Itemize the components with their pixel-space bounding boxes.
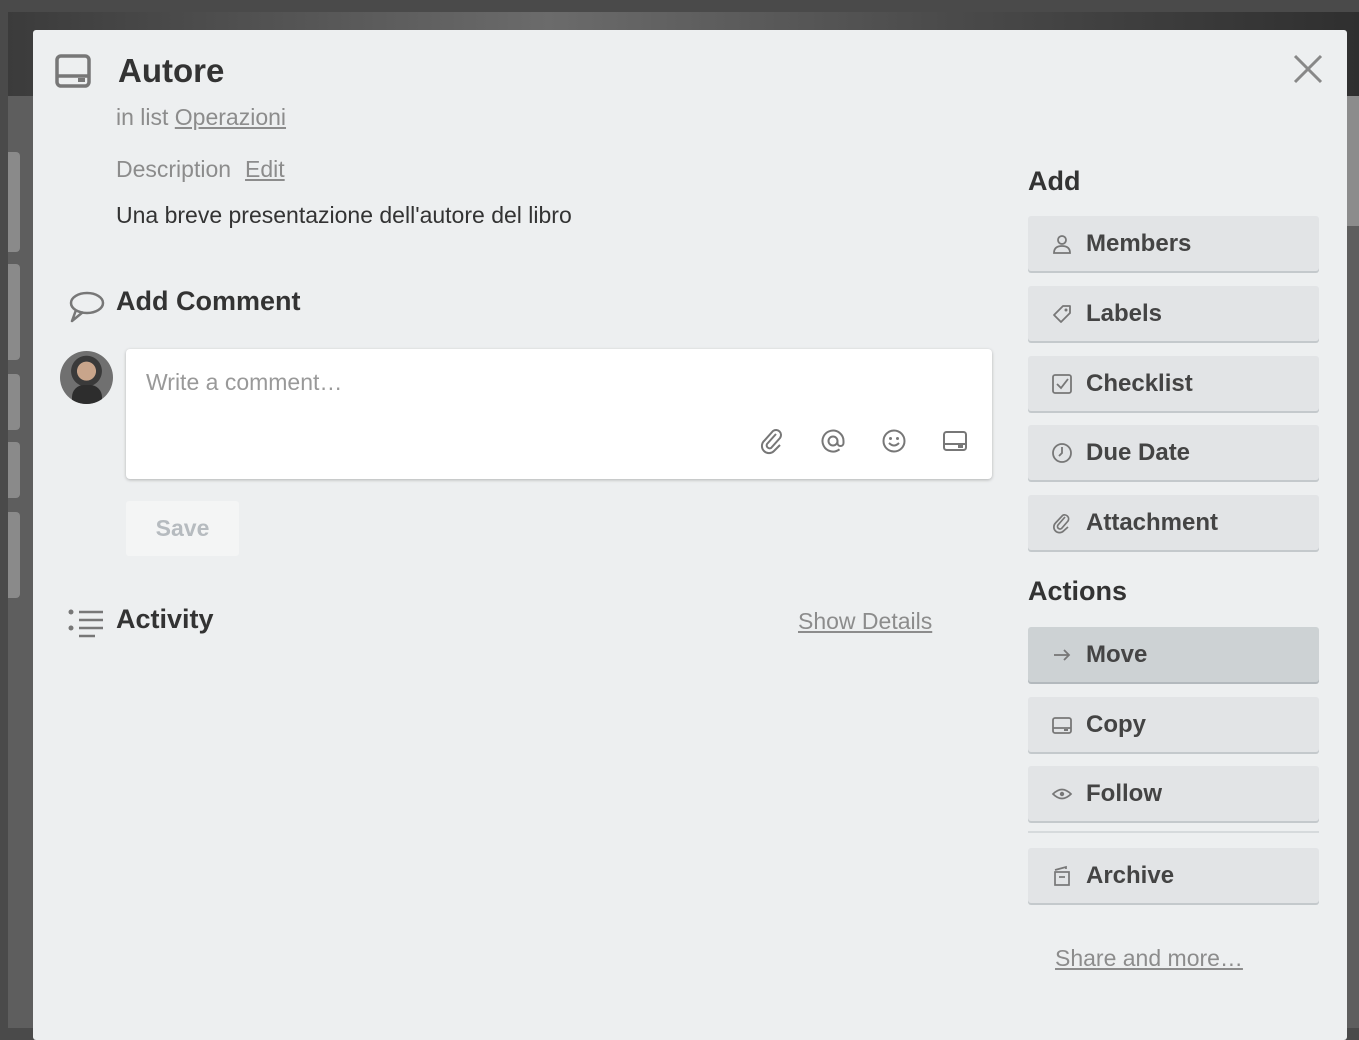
attachment-label: Attachment xyxy=(1086,508,1219,536)
list-backdrop xyxy=(1345,96,1359,226)
checklist-button[interactable]: Checklist xyxy=(1028,356,1319,411)
description-text[interactable]: Una breve presentazione dell'autore del … xyxy=(116,202,572,229)
archive-label: Archive xyxy=(1086,861,1175,889)
show-details-link[interactable]: Show Details xyxy=(798,608,932,635)
archive-icon xyxy=(1050,864,1074,888)
attachment-icon[interactable] xyxy=(758,427,786,455)
edit-description-link[interactable]: Edit xyxy=(245,156,285,182)
activity-heading: Activity xyxy=(116,604,214,634)
copy-label: Copy xyxy=(1086,710,1146,738)
list-backdrop xyxy=(8,152,20,252)
close-icon[interactable] xyxy=(1291,52,1325,86)
member-icon xyxy=(1050,232,1074,256)
copy-button[interactable]: Copy xyxy=(1028,697,1319,752)
mention-icon[interactable] xyxy=(819,427,847,455)
sidebar-divider xyxy=(1028,831,1319,833)
description-header: Description Edit xyxy=(116,156,285,183)
move-label: Move xyxy=(1086,640,1148,668)
add-comment-heading: Add Comment xyxy=(116,286,301,316)
archive-button[interactable]: Archive xyxy=(1028,848,1319,903)
description-label: Description xyxy=(116,156,232,182)
labels-button[interactable]: Labels xyxy=(1028,286,1319,341)
share-and-more-link[interactable]: Share and more… xyxy=(1055,945,1243,972)
comment-placeholder: Write a comment… xyxy=(146,369,343,395)
arrow-right-icon xyxy=(1050,643,1074,667)
list-backdrop xyxy=(8,264,20,360)
eye-icon xyxy=(1050,782,1074,806)
due-date-label: Due Date xyxy=(1086,438,1191,466)
attachment-icon xyxy=(1050,511,1074,535)
label-icon xyxy=(1050,302,1074,326)
due-date-button[interactable]: Due Date xyxy=(1028,425,1319,480)
in-list-prefix: in list xyxy=(116,104,169,130)
checklist-label: Checklist xyxy=(1086,369,1193,397)
card-icon xyxy=(1050,713,1074,737)
activity-icon xyxy=(67,608,105,647)
comment-icon xyxy=(67,290,105,329)
card-icon xyxy=(55,54,91,88)
clock-icon xyxy=(1050,441,1074,465)
emoji-icon[interactable] xyxy=(880,427,908,455)
comment-input[interactable]: Write a comment… xyxy=(126,349,992,479)
checklist-icon xyxy=(1050,372,1074,396)
avatar[interactable] xyxy=(60,351,113,404)
labels-label: Labels xyxy=(1086,299,1163,327)
list-backdrop xyxy=(8,374,20,430)
members-button[interactable]: Members xyxy=(1028,216,1319,271)
members-label: Members xyxy=(1086,229,1192,257)
card-icon[interactable] xyxy=(941,427,969,455)
list-backdrop xyxy=(8,512,20,598)
card-title[interactable]: Autore xyxy=(118,52,224,90)
list-name-link[interactable]: Operazioni xyxy=(175,104,286,130)
save-button[interactable]: Save xyxy=(126,501,239,556)
move-button[interactable]: Move xyxy=(1028,627,1319,682)
card-detail-modal: Autore in list Operazioni Description Edi… xyxy=(33,30,1347,1040)
follow-label: Follow xyxy=(1086,779,1162,807)
add-heading: Add xyxy=(1028,166,1081,196)
in-list-line: in list Operazioni xyxy=(116,104,286,131)
actions-heading: Actions xyxy=(1028,576,1128,606)
attachment-button[interactable]: Attachment xyxy=(1028,495,1319,550)
follow-button[interactable]: Follow xyxy=(1028,766,1319,821)
list-backdrop xyxy=(8,442,20,498)
